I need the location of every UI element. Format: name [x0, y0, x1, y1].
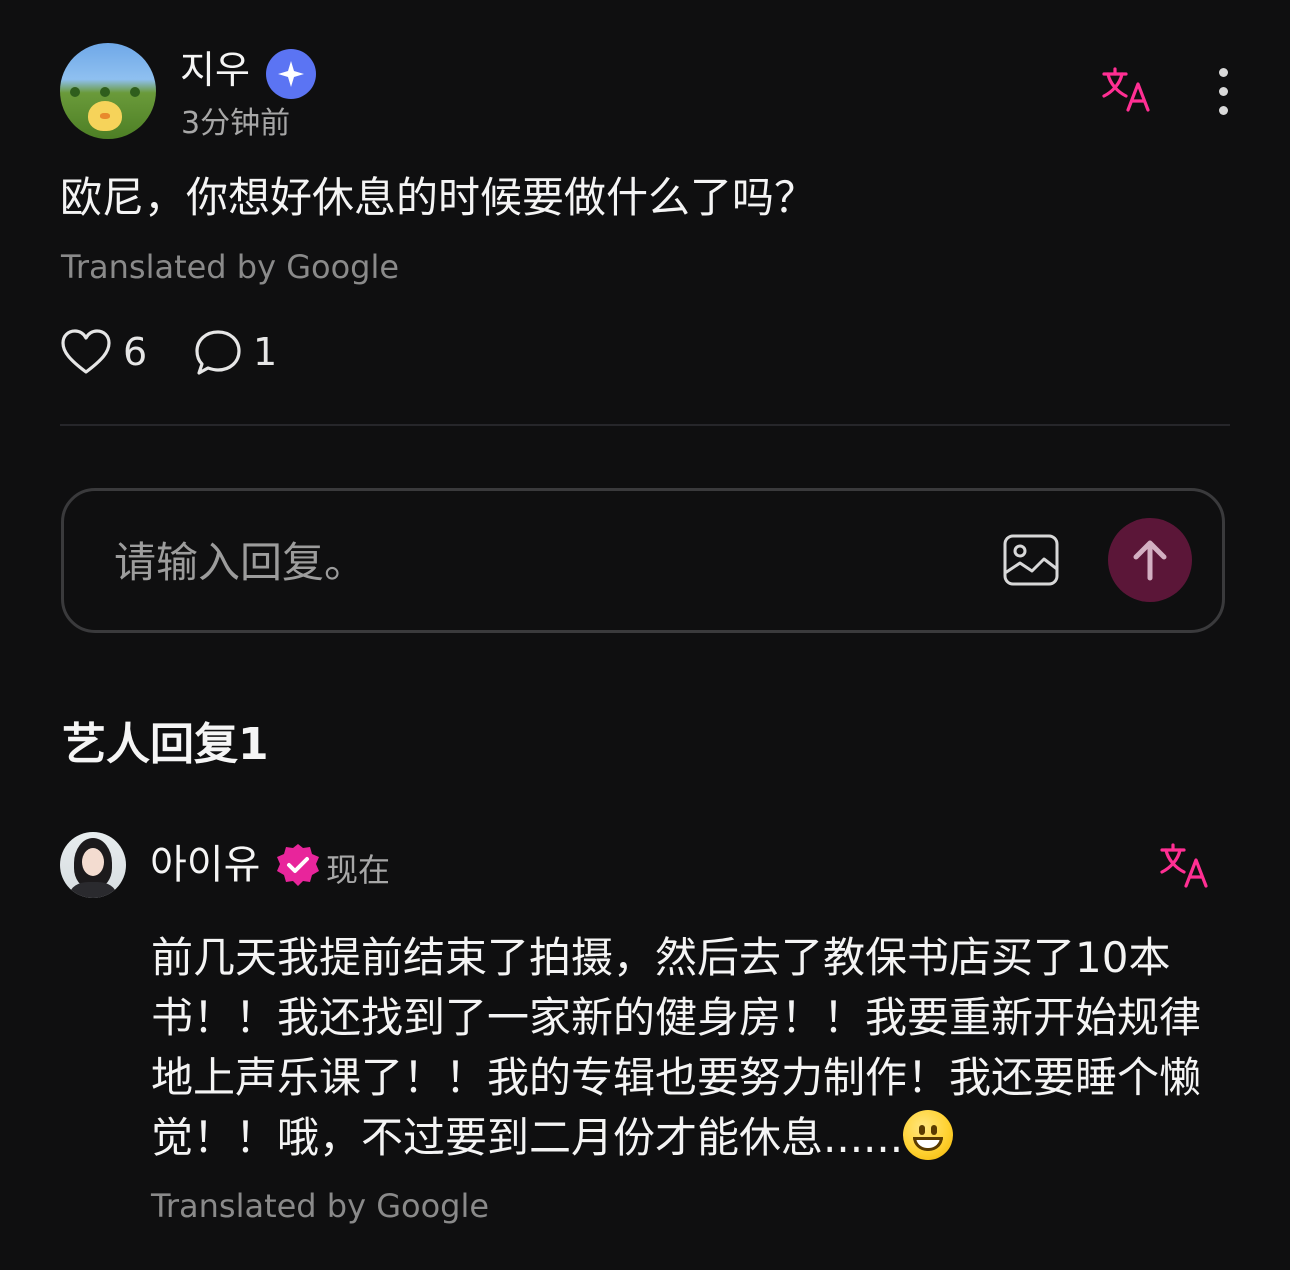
post-author-name[interactable]: 지우 [180, 46, 250, 94]
post-timestamp: 3分钟前 [181, 106, 291, 141]
post-translated-by: Translated by Google [61, 248, 400, 286]
artist-reply-text: 前几天我提前结束了拍摄，然后去了教保书店买了10本书！！我还找到了一家新的健身房… [151, 928, 1241, 1168]
comment-count: 1 [253, 330, 278, 374]
artist-reply-timestamp: 现在 [326, 851, 391, 889]
grinning-face-icon [903, 1110, 954, 1160]
avatar-tree [100, 87, 110, 97]
artist-translated-by: Translated by Google [151, 1187, 490, 1225]
artist-avatar[interactable] [60, 832, 126, 898]
divider [60, 424, 1230, 426]
artist-name[interactable]: 아이유 [150, 840, 260, 890]
reply-input[interactable] [112, 531, 936, 593]
avatar-chick [88, 101, 122, 131]
like-icon[interactable] [60, 328, 112, 380]
verified-badge-icon [266, 49, 316, 99]
translate-icon[interactable] [1100, 66, 1152, 118]
post-text: 欧尼，你想好休息的时候要做什么了吗？ [60, 173, 817, 222]
more-options-icon[interactable] [1214, 68, 1232, 118]
avatar-tree [130, 87, 140, 97]
reply-box [61, 488, 1225, 633]
comment-icon[interactable] [193, 328, 243, 382]
image-attach-icon[interactable] [1002, 533, 1060, 587]
send-button[interactable] [1108, 518, 1192, 602]
post-author-avatar[interactable] [60, 43, 156, 139]
artist-reply-body: 前几天我提前结束了拍摄，然后去了教保书店买了10本书！！我还找到了一家新的健身房… [151, 933, 1202, 1162]
artist-translate-icon[interactable] [1158, 842, 1210, 894]
avatar-tree [70, 87, 80, 97]
artist-replies-title: 艺人回复1 [62, 719, 269, 770]
like-count: 6 [123, 330, 148, 374]
arrow-up-icon [1133, 540, 1167, 581]
artist-verified-badge-icon [274, 842, 322, 890]
